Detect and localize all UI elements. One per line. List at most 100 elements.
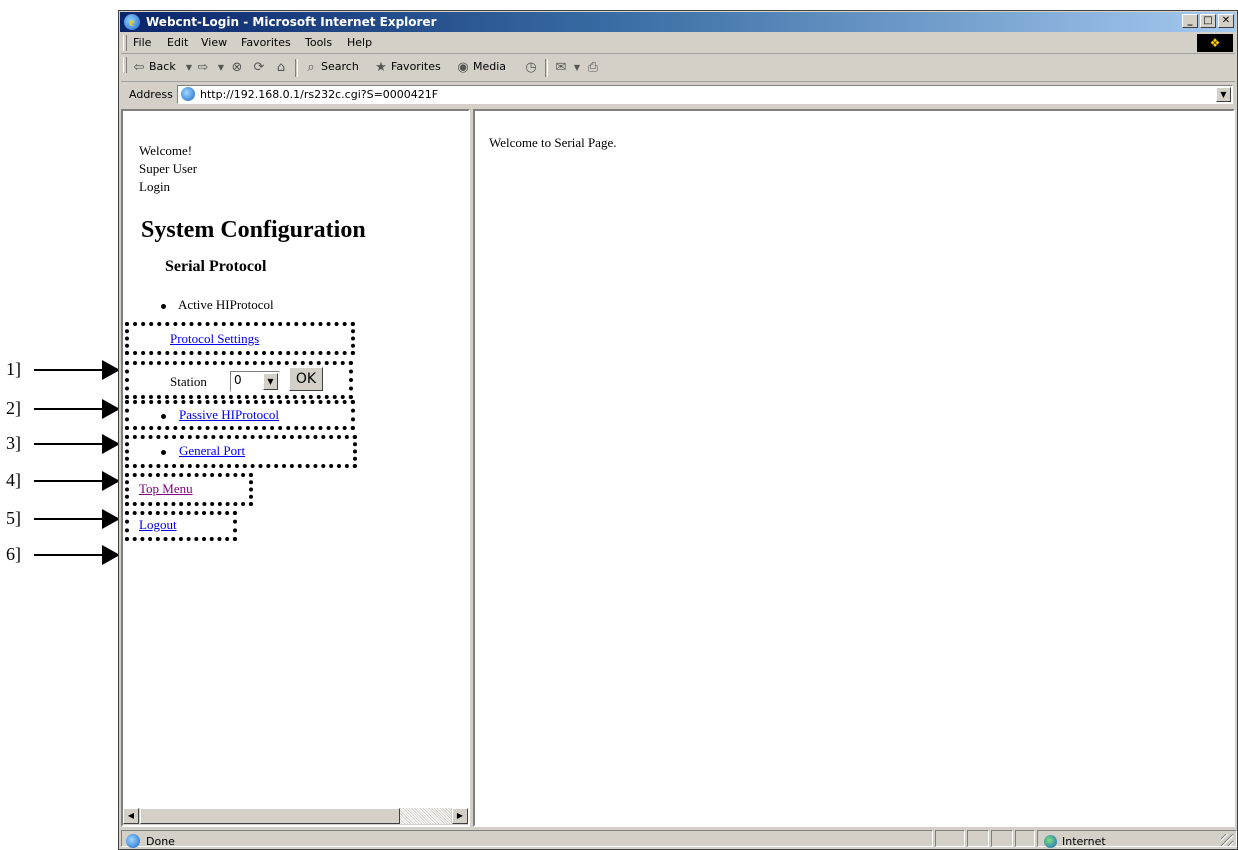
callout-number: 5] [6,508,21,528]
ie-logo-icon: e [124,14,140,30]
maximize-button[interactable]: □ [1200,14,1216,28]
menu-favorites[interactable]: Favorites [241,36,291,49]
station-value: 0 [234,373,242,387]
menu-tools[interactable]: Tools [305,36,332,49]
callout-arrow-line [34,408,106,410]
callout-arrow-line [34,443,106,445]
back-arrow-icon[interactable]: ⇦ [131,60,147,76]
scroll-thumb[interactable] [140,808,400,824]
zone-text: Internet [1062,835,1106,848]
station-select[interactable]: 0 ▼ [230,371,280,392]
history-icon[interactable]: ◷ [523,60,539,76]
address-url[interactable]: http://192.168.0.1/rs232c.cgi?S=0000421F [200,88,438,101]
toolbar: ⇦ Back ▼ ⇨ ▼ ⊗ ⟳ ⌂ ⌕ Search ★ Favorites … [121,55,1235,82]
menu-edit[interactable]: Edit [167,36,188,49]
scroll-track[interactable] [400,808,451,824]
status-cell [935,830,965,847]
status-cell [1015,830,1035,847]
passive-hiprotocol-link[interactable]: Passive HIProtocol [179,407,279,423]
ie-page-icon [126,834,140,848]
status-bar: Done Internet [121,828,1237,848]
callout-number: 2] [6,398,21,418]
globe-icon [1044,835,1057,848]
back-button[interactable]: Back [149,60,176,73]
search-icon[interactable]: ⌕ [303,60,319,76]
address-bar: Address http://192.168.0.1/rs232c.cgi?S=… [121,83,1235,107]
chevron-down-icon[interactable]: ▼ [569,60,585,76]
scroll-left-icon[interactable]: ◀ [123,808,139,824]
close-button[interactable]: ✕ [1218,14,1234,28]
callout-arrow-line [34,554,106,556]
toolbar-grip [123,57,127,73]
forward-arrow-icon[interactable]: ⇨ [195,60,211,76]
mail-icon[interactable]: ✉ [553,60,569,76]
refresh-icon[interactable]: ⟳ [251,60,267,76]
status-text: Done [146,835,175,848]
chevron-down-icon[interactable]: ▼ [1216,87,1231,102]
callout-4: 4] [0,470,120,491]
title-bar[interactable]: e Webcnt-Login - Microsoft Internet Expl… [120,12,1236,32]
minimize-button[interactable]: _ [1182,14,1198,28]
menu-bar: File Edit View Favorites Tools Help ❖ [121,33,1235,54]
active-hiprotocol-label: Active HIProtocol [178,297,274,312]
user-name: Super User [139,161,198,176]
welcome-serial-message: Welcome to Serial Page. [489,135,617,150]
callout-arrow-line [34,480,106,482]
bullet [161,450,166,455]
media-icon[interactable]: ◉ [455,60,471,76]
callout-5: 5] [0,508,120,529]
protocol-settings-link[interactable]: Protocol Settings [170,331,259,347]
callout-number: 4] [6,470,21,490]
browser-window: e Webcnt-Login - Microsoft Internet Expl… [118,10,1238,850]
address-input[interactable]: http://192.168.0.1/rs232c.cgi?S=0000421F… [177,85,1233,104]
menu-grip [123,35,127,51]
callout-arrow-line [34,369,106,371]
ie-page-icon [181,87,195,101]
ok-button[interactable]: OK [289,367,323,391]
bullet [161,414,166,419]
media-button[interactable]: Media [473,60,506,73]
callout-arrow-line [34,518,106,520]
search-button[interactable]: Search [321,60,359,73]
print-icon[interactable]: ⎙ [585,60,601,76]
welcome-text: Welcome! [139,143,193,158]
callout-1: 1] [0,359,120,380]
login-text: Login [139,179,171,194]
general-port-link[interactable]: General Port [179,443,245,459]
address-label: Address [129,88,173,101]
serial-protocol-title: Serial Protocol [165,258,267,275]
callout-6: 6] [0,544,120,565]
logout-link[interactable]: Logout [139,517,177,533]
callout-2: 2] [0,398,120,419]
callout-number: 1] [6,359,21,379]
top-menu-link[interactable]: Top Menu [139,481,193,497]
zone-cell: Internet [1037,830,1237,848]
system-configuration-title: System Configuration [141,217,366,243]
left-frame: Welcome! Super User Login System Configu… [121,109,470,827]
resize-grip-icon[interactable] [1221,834,1233,846]
status-cell: Done [121,830,933,848]
horizontal-scrollbar[interactable]: ◀ ▶ [123,808,468,825]
station-label: Station [170,374,207,389]
favorites-icon[interactable]: ★ [373,60,389,76]
chevron-down-icon[interactable]: ▼ [213,60,229,76]
right-frame: Welcome to Serial Page. [473,109,1235,827]
windows-logo-icon: ❖ [1197,34,1233,52]
status-cell [991,830,1013,847]
toolbar-separator [545,59,548,77]
home-icon[interactable]: ⌂ [273,60,289,76]
menu-help[interactable]: Help [347,36,372,49]
callout-3: 3] [0,433,120,454]
menu-file[interactable]: File [133,36,151,49]
window-controls: _ □ ✕ [1180,14,1234,30]
scroll-right-icon[interactable]: ▶ [452,808,468,824]
stop-icon[interactable]: ⊗ [229,60,245,76]
page-content: Welcome! Super User Login System Configu… [121,109,1235,827]
chevron-down-icon[interactable]: ▼ [263,373,278,390]
callout-number: 6] [6,544,21,564]
callout-number: 3] [6,433,21,453]
menu-view[interactable]: View [201,36,227,49]
window-title: Webcnt-Login - Microsoft Internet Explor… [146,15,437,29]
favorites-button[interactable]: Favorites [391,60,441,73]
toolbar-separator [295,59,298,77]
